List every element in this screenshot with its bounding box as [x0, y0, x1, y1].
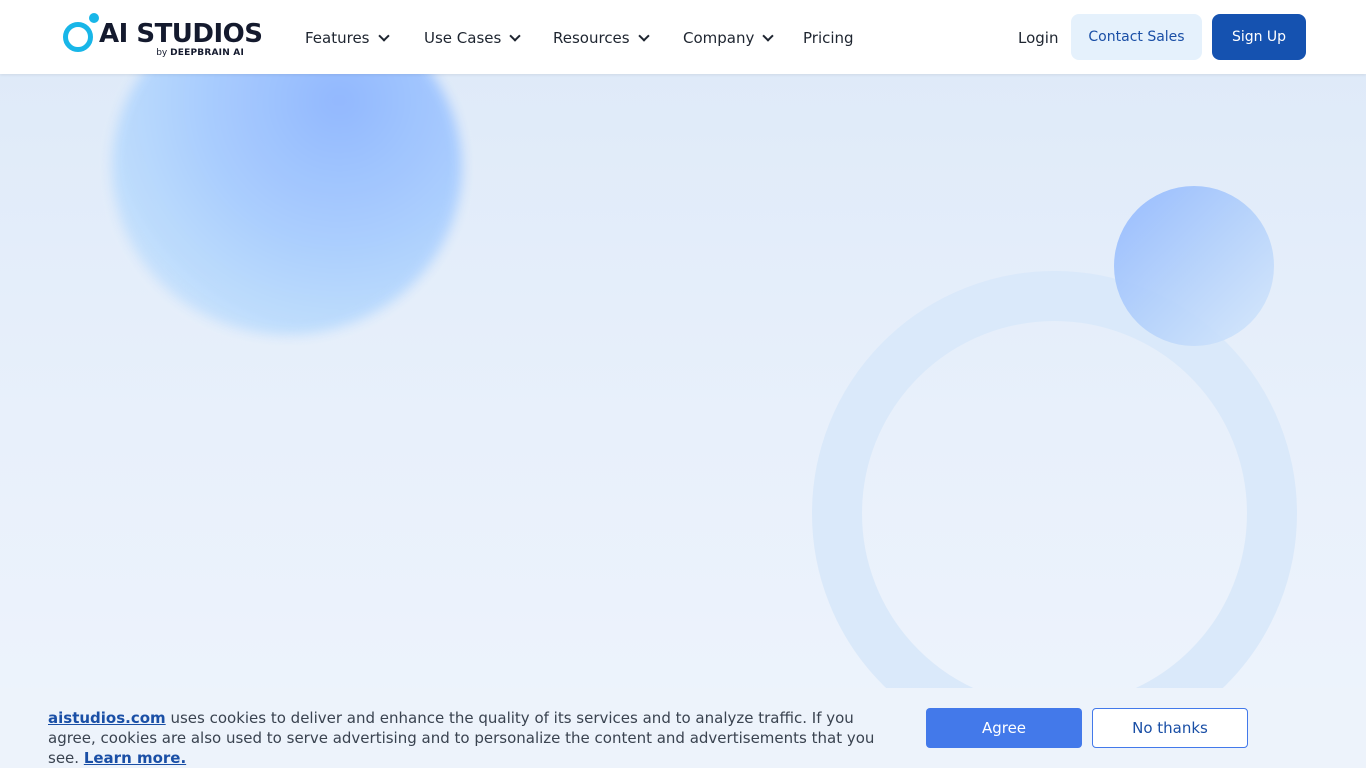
chevron-down-icon: [762, 30, 775, 42]
learn-more-link[interactable]: Learn more.: [84, 749, 186, 767]
nav-company-label: Company: [683, 29, 755, 47]
contact-sales-button[interactable]: Contact Sales: [1071, 14, 1202, 60]
nav-pricing[interactable]: Pricing: [803, 26, 854, 50]
chevron-down-icon: [377, 30, 390, 42]
chevron-down-icon: [509, 30, 521, 42]
chevron-down-icon: [637, 30, 650, 42]
site-header: AI STUDIOS by DEEPBRAIN AI Features Use …: [0, 0, 1366, 74]
logo-dot-icon: [89, 13, 99, 23]
decorative-sphere: [1114, 186, 1274, 346]
sign-up-button[interactable]: Sign Up: [1212, 14, 1306, 60]
nav-features[interactable]: Features: [305, 26, 390, 50]
cookie-message: aistudios.com uses cookies to deliver an…: [48, 708, 898, 768]
nav-features-label: Features: [305, 29, 370, 47]
logo-brand: DEEPBRAIN AI: [170, 48, 244, 58]
nav-use-cases-label: Use Cases: [424, 29, 502, 47]
logo-wordmark: AI STUDIOS: [99, 19, 263, 49]
nav-resources-label: Resources: [553, 29, 630, 47]
site-link[interactable]: aistudios.com: [48, 709, 166, 727]
cookie-consent-banner: aistudios.com uses cookies to deliver an…: [0, 688, 1366, 768]
nav-pricing-label: Pricing: [803, 29, 854, 47]
ai-studios-logo[interactable]: AI STUDIOS by DEEPBRAIN AI: [62, 13, 263, 61]
nav-use-cases[interactable]: Use Cases: [424, 26, 521, 50]
login-link[interactable]: Login: [1018, 26, 1058, 50]
logo-by: by: [156, 48, 168, 58]
no-thanks-button[interactable]: No thanks: [1092, 708, 1248, 748]
logo-byline: by DEEPBRAIN AI: [156, 48, 244, 59]
nav-company[interactable]: Company: [683, 26, 775, 50]
logo-ring-icon: [63, 22, 93, 52]
agree-button[interactable]: Agree: [926, 708, 1082, 748]
nav-resources[interactable]: Resources: [553, 26, 650, 50]
decorative-ring: [812, 271, 1297, 756]
